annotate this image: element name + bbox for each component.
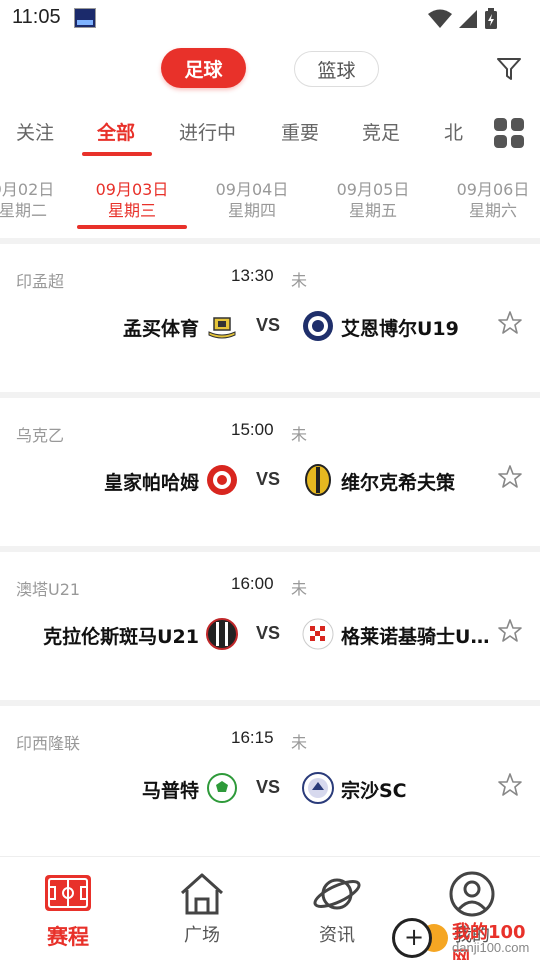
- match-status: 未: [291, 425, 308, 444]
- away-team-crest-icon: [303, 311, 333, 341]
- home-team-name: 皇家帕哈姆: [103, 472, 199, 494]
- weekday-label: 星期二: [0, 201, 47, 220]
- status-time: 11:05: [12, 6, 61, 28]
- vs-label: VS: [256, 315, 281, 335]
- house-icon: [180, 873, 224, 915]
- active-date-indicator: [77, 225, 187, 229]
- match-card[interactable]: 乌克乙 15:00 未 皇家帕哈姆 VS 维尔克希夫策: [0, 398, 540, 546]
- league-name: 澳塔U21: [16, 580, 81, 599]
- match-time: 15:00: [231, 420, 274, 439]
- tab-beidan[interactable]: 北: [444, 118, 463, 145]
- planet-icon: [313, 878, 361, 910]
- pitch-icon: [45, 875, 91, 911]
- date-label: 09月06日: [456, 180, 530, 199]
- match-time: 13:30: [231, 266, 274, 285]
- away-team-name: 格莱诺基骑士U21: [341, 626, 493, 648]
- favorite-star-icon[interactable]: [497, 772, 523, 798]
- away-team-crest-icon: [305, 464, 331, 496]
- away-team-crest-icon: [302, 618, 334, 650]
- league-name: 印孟超: [16, 272, 65, 291]
- favorite-star-icon[interactable]: [497, 464, 523, 490]
- home-team-crest-icon: [207, 773, 237, 803]
- match-status: 未: [291, 733, 308, 752]
- sport-switch: 足球 篮球: [0, 48, 540, 92]
- user-icon: [449, 871, 495, 917]
- match-status: 未: [291, 271, 308, 290]
- date-label: 09月05日: [336, 180, 410, 199]
- match-card[interactable]: 澳塔U21 16:00 未 克拉伦斯斑马U21 VS 格莱诺基骑士U21: [0, 552, 540, 700]
- match-time: 16:00: [231, 574, 274, 593]
- wifi-icon: [428, 9, 452, 28]
- signal-icon: [459, 10, 477, 28]
- date-tab-0904[interactable]: 09月04日 星期四: [197, 179, 307, 221]
- filter-icon[interactable]: [496, 56, 522, 82]
- nav-plaza[interactable]: 广场: [152, 871, 252, 947]
- grid-menu-icon[interactable]: [494, 118, 524, 148]
- away-team-name: 艾恩博尔U19: [341, 318, 459, 340]
- home-team-name: 孟买体育: [122, 318, 199, 340]
- weekday-label: 星期四: [227, 201, 276, 220]
- home-team-crest-icon: [206, 618, 238, 650]
- status-indicators: [428, 8, 498, 30]
- category-tabs: 关注 全部 进行中 重要 竞足 北: [0, 108, 540, 158]
- date-tab-0903[interactable]: 09月03日 星期三: [77, 179, 187, 221]
- match-time: 16:15: [231, 728, 274, 747]
- tab-jingzu[interactable]: 竞足: [362, 118, 400, 145]
- match-card[interactable]: 印西隆联 16:15 未 马普特 VS 宗沙SC: [0, 706, 540, 854]
- tab-following[interactable]: 关注: [16, 118, 54, 145]
- home-team-name: 克拉伦斯斑马U21: [43, 626, 199, 648]
- match-card[interactable]: 印孟超 13:30 未 孟买体育 VS 艾恩博尔U19: [0, 244, 540, 392]
- away-team-name: 宗沙SC: [341, 780, 407, 802]
- home-team-crest-icon: [207, 465, 237, 495]
- nav-label: 赛程: [47, 925, 89, 949]
- match-status: 未: [291, 579, 308, 598]
- vs-label: VS: [256, 623, 281, 643]
- date-label: 9月02日: [0, 180, 55, 199]
- league-name: 乌克乙: [16, 426, 65, 445]
- battery-icon: [485, 8, 497, 29]
- site-watermark: 我的100网 danji100.com: [392, 916, 540, 960]
- active-tab-indicator: [82, 152, 152, 156]
- nav-label: 广场: [184, 925, 220, 946]
- weekday-label: 星期三: [107, 201, 156, 220]
- vs-label: VS: [256, 469, 281, 489]
- tab-important[interactable]: 重要: [281, 118, 319, 145]
- home-team-name: 马普特: [141, 780, 199, 802]
- away-team-name: 维尔克希夫策: [341, 472, 456, 494]
- tab-all[interactable]: 全部: [97, 118, 135, 145]
- vs-label: VS: [256, 777, 281, 797]
- basketball-tab[interactable]: 篮球: [294, 51, 379, 87]
- favorite-star-icon[interactable]: [497, 618, 523, 644]
- home-team-crest-icon: [208, 317, 236, 339]
- favorite-star-icon[interactable]: [497, 310, 523, 336]
- weekday-label: 星期六: [468, 201, 517, 220]
- date-label: 09月03日: [95, 180, 169, 199]
- watermark-url: danji100.com: [452, 940, 530, 955]
- date-tab-0905[interactable]: 09月05日 星期五: [318, 179, 428, 221]
- status-bar: 11:05: [0, 0, 540, 36]
- date-tab-0902[interactable]: 9月02日 星期二: [0, 179, 78, 221]
- watermark-plus-icon: [392, 918, 432, 958]
- football-tab[interactable]: 足球: [161, 48, 246, 88]
- date-tab-0906[interactable]: 09月06日 星期六: [438, 179, 540, 221]
- nav-schedule[interactable]: 赛程: [18, 871, 118, 951]
- date-label: 09月04日: [215, 180, 289, 199]
- weekday-label: 星期五: [348, 201, 397, 220]
- tab-live[interactable]: 进行中: [179, 118, 236, 145]
- away-team-crest-icon: [302, 772, 334, 804]
- app-notification-icon: [74, 8, 96, 28]
- nav-label: 资讯: [319, 925, 355, 946]
- league-name: 印西隆联: [16, 734, 81, 753]
- date-tabs: 9月02日 星期二 09月03日 星期三 09月04日 星期四 09月05日 星…: [0, 176, 540, 232]
- nav-news[interactable]: 资讯: [287, 871, 387, 947]
